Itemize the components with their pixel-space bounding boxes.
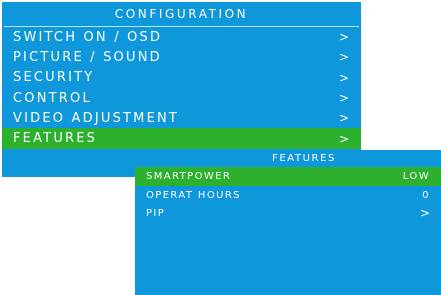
menu-item-security[interactable]: SECURITY > [2,68,361,88]
submenu-item-label: PIP [146,207,166,219]
submenu-item-pip[interactable]: PIP > [135,204,441,222]
operat-hours-value: 0 [422,189,430,201]
submenu-item-operat-hours[interactable]: OPERAT HOURS 0 [135,186,441,204]
menu-item-label: SECURITY [13,70,95,86]
menu-item-label: PICTURE / SOUND [13,49,162,65]
chevron-right-icon: > [419,206,430,220]
features-submenu: FEATURES SMARTPOWER LOW OPERAT HOURS 0 P… [135,150,441,295]
menu-item-switch-on-osd[interactable]: SWITCH ON / OSD > [2,27,361,47]
configuration-menu-title: CONFIGURATION [114,7,249,21]
submenu-item-label: OPERAT HOURS [146,189,241,201]
menu-item-label: SWITCH ON / OSD [13,29,163,45]
chevron-right-icon: > [338,91,349,106]
smartpower-value: LOW [402,171,430,182]
features-submenu-title: FEATURES [272,153,336,164]
submenu-item-smartpower[interactable]: SMARTPOWER LOW [135,167,441,186]
menu-item-label: CONTROL [13,90,92,106]
menu-item-video-adjustment[interactable]: VIDEO ADJUSTMENT > [2,108,361,128]
menu-item-label: VIDEO ADJUSTMENT [13,110,180,126]
chevron-right-icon: > [338,111,349,126]
chevron-right-icon: > [338,50,349,65]
chevron-right-icon: > [338,131,349,146]
chevron-right-icon: > [338,70,349,85]
menu-item-label: FEATURES [13,131,98,147]
submenu-item-label: SMARTPOWER [146,171,232,182]
menu-item-picture-sound[interactable]: PICTURE / SOUND > [2,47,361,67]
menu-item-control[interactable]: CONTROL > [2,88,361,108]
menu-item-features[interactable]: FEATURES > [2,128,361,149]
chevron-right-icon: > [338,30,349,45]
